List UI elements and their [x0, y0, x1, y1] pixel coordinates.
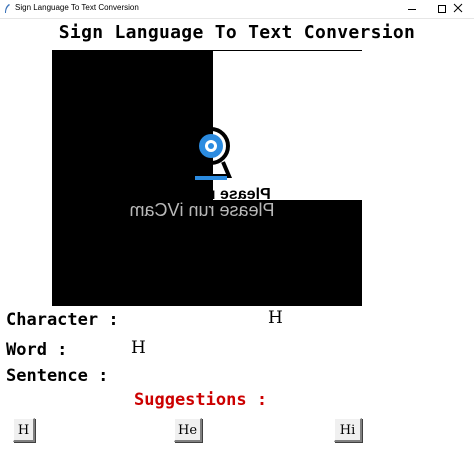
- suggestion-button-1[interactable]: H: [13, 418, 35, 442]
- window-title: Sign Language To Text Conversion: [15, 3, 139, 12]
- minimize-button[interactable]: [398, 0, 428, 18]
- character-label: Character :: [6, 310, 119, 330]
- sentence-label: Sentence :: [6, 366, 109, 386]
- character-value: H: [268, 308, 283, 328]
- mirrored-overlay-small-text: Please r: [209, 186, 271, 200]
- feather-icon: [5, 4, 10, 13]
- suggestion-button-2[interactable]: He: [174, 418, 202, 442]
- close-icon: [453, 3, 463, 13]
- suggestion-button-3[interactable]: Hi: [334, 418, 362, 442]
- word-label: Word :: [6, 340, 68, 360]
- window-titlebar: Sign Language To Text Conversion: [0, 0, 474, 19]
- webcam-icon: [189, 127, 233, 180]
- word-value: H: [131, 338, 146, 358]
- mirrored-overlay-text: Please run iVCam: [129, 200, 275, 220]
- suggestions-label: Suggestions :: [134, 390, 268, 410]
- close-button[interactable]: [444, 0, 474, 18]
- camera-feed: Please r Please run iVCam: [52, 50, 362, 306]
- app-title: Sign Language To Text Conversion: [58, 22, 416, 43]
